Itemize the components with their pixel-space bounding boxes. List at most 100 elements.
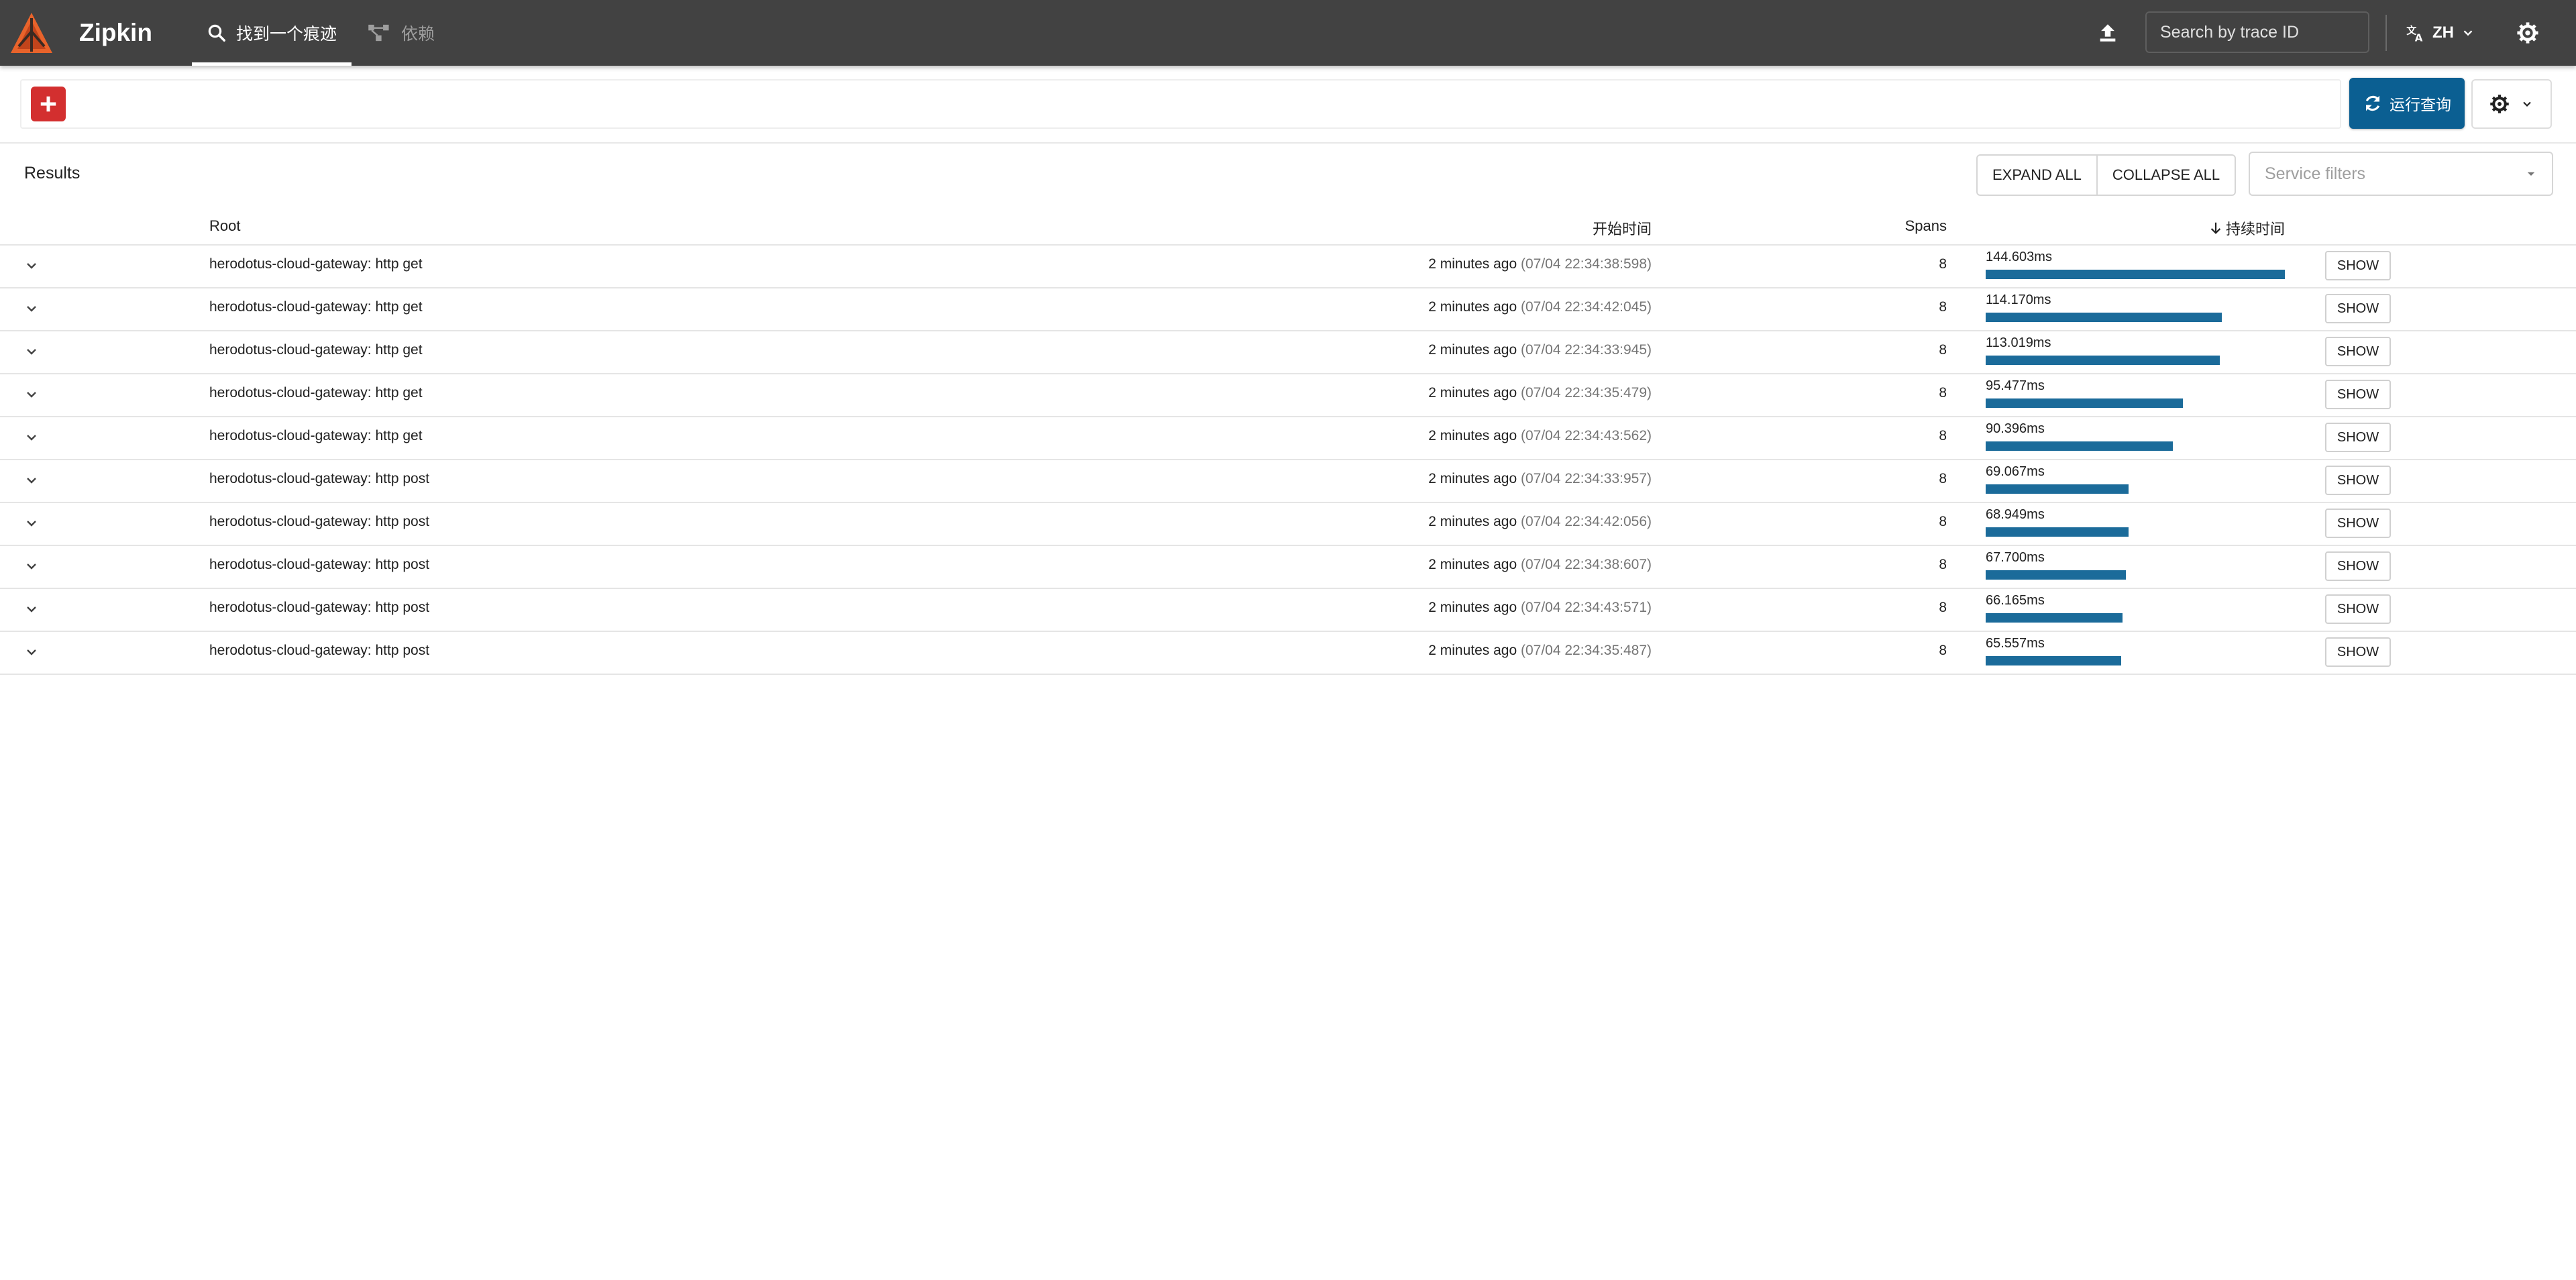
app-title[interactable]: Zipkin [79, 16, 152, 50]
expand-all-button[interactable]: EXPAND ALL [1978, 156, 2096, 195]
row-start-time: 2 minutes ago (07/04 22:34:35:487) [1428, 643, 1652, 659]
service-filters-select[interactable]: Service filters [2249, 152, 2553, 196]
column-duration-label: 持续时间 [2226, 221, 2286, 237]
query-filter-field[interactable] [20, 79, 2341, 129]
row-expand-chevron-icon[interactable] [21, 299, 42, 318]
row-show-button[interactable]: SHOW [2325, 466, 2391, 495]
row-span-count: 8 [1939, 643, 1947, 658]
row-expand-chevron-icon[interactable] [21, 643, 42, 661]
row-duration-bar [1986, 527, 2129, 537]
dropdown-arrow-icon [2527, 172, 2535, 176]
table-row[interactable]: herodotus-cloud-gateway: http get 2 minut… [0, 416, 2576, 460]
row-show-button[interactable]: SHOW [2325, 509, 2391, 538]
row-relative-time: 2 minutes ago [1428, 600, 1517, 615]
row-show-button[interactable]: SHOW [2325, 637, 2391, 667]
row-expand-chevron-icon[interactable] [21, 428, 42, 447]
trace-id-search-input[interactable] [2145, 11, 2369, 53]
table-row[interactable]: herodotus-cloud-gateway: http get 2 minut… [0, 244, 2576, 288]
row-duration: 90.396ms [1986, 421, 2045, 436]
service-filters-placeholder: Service filters [2265, 164, 2366, 183]
row-relative-time: 2 minutes ago [1428, 557, 1517, 572]
table-row[interactable]: herodotus-cloud-gateway: http post 2 minu… [0, 545, 2576, 589]
row-root-span: herodotus-cloud-gateway: http get [209, 256, 423, 272]
row-root-span: herodotus-cloud-gateway: http post [209, 514, 430, 529]
row-span-count: 8 [1939, 256, 1947, 272]
row-duration: 113.019ms [1986, 335, 2051, 350]
row-duration-bar [1986, 484, 2129, 494]
row-duration-bar [1986, 356, 2220, 365]
table-row[interactable]: herodotus-cloud-gateway: http get 2 minut… [0, 287, 2576, 331]
column-root[interactable]: Root [209, 217, 240, 235]
chevron-down-icon [2463, 30, 2473, 36]
row-duration: 69.067ms [1986, 464, 2045, 479]
row-expand-chevron-icon[interactable] [21, 256, 42, 275]
row-duration: 68.949ms [1986, 507, 2045, 522]
row-expand-chevron-icon[interactable] [21, 600, 42, 619]
row-span-count: 8 [1939, 600, 1947, 615]
add-filter-button[interactable] [31, 87, 66, 121]
row-absolute-time: (07/04 22:34:42:056) [1521, 514, 1652, 529]
row-start-time: 2 minutes ago (07/04 22:34:33:945) [1428, 342, 1652, 358]
language-label: ZH [2432, 23, 2454, 42]
app-bar-divider [2385, 15, 2387, 51]
plus-icon [40, 96, 56, 112]
translate-icon: 文 A [2406, 24, 2423, 43]
expand-collapse-group: EXPAND ALL COLLAPSE ALL [1976, 154, 2237, 196]
table-row[interactable]: herodotus-cloud-gateway: http post 2 minu… [0, 502, 2576, 546]
table-row[interactable]: herodotus-cloud-gateway: http post 2 minu… [0, 631, 2576, 675]
table-row[interactable]: herodotus-cloud-gateway: http get 2 minut… [0, 373, 2576, 417]
row-root-span: herodotus-cloud-gateway: http get [209, 428, 423, 443]
table-row[interactable]: herodotus-cloud-gateway: http post 2 minu… [0, 588, 2576, 632]
row-absolute-time: (07/04 22:34:33:945) [1521, 342, 1652, 358]
column-start-time[interactable]: 开始时间 [1593, 217, 1652, 239]
table-row[interactable]: herodotus-cloud-gateway: http get 2 minut… [0, 330, 2576, 374]
active-tab-indicator [192, 62, 352, 66]
row-duration-bar [1986, 570, 2126, 580]
row-start-time: 2 minutes ago (07/04 22:34:38:598) [1428, 256, 1652, 272]
row-relative-time: 2 minutes ago [1428, 385, 1517, 401]
query-settings-button[interactable] [2471, 79, 2552, 129]
row-show-button[interactable]: SHOW [2325, 423, 2391, 452]
run-query-button[interactable]: 运行查询 [2349, 78, 2465, 129]
row-expand-chevron-icon[interactable] [21, 471, 42, 490]
row-relative-time: 2 minutes ago [1428, 643, 1517, 658]
row-expand-chevron-icon[interactable] [21, 385, 42, 404]
tab-dependencies[interactable]: 依赖 [366, 0, 460, 66]
table-row[interactable]: herodotus-cloud-gateway: http post 2 minu… [0, 459, 2576, 503]
upload-button[interactable] [2090, 17, 2125, 48]
column-spans[interactable]: Spans [1905, 217, 1947, 235]
row-expand-chevron-icon[interactable] [21, 342, 42, 361]
row-span-count: 8 [1939, 514, 1947, 529]
row-expand-chevron-icon[interactable] [21, 514, 42, 533]
row-duration: 144.603ms [1986, 250, 2052, 264]
row-span-count: 8 [1939, 471, 1947, 486]
dependency-icon [368, 24, 389, 42]
row-absolute-time: (07/04 22:34:42:045) [1521, 299, 1652, 315]
row-root-span: herodotus-cloud-gateway: http post [209, 600, 430, 615]
collapse-all-button[interactable]: COLLAPSE ALL [2096, 156, 2235, 195]
run-query-label: 运行查询 [2390, 96, 2451, 113]
row-show-button[interactable]: SHOW [2325, 337, 2391, 366]
row-expand-chevron-icon[interactable] [21, 557, 42, 576]
row-absolute-time: (07/04 22:34:43:562) [1521, 428, 1652, 443]
zipkin-logo-icon[interactable] [9, 11, 54, 54]
row-duration: 67.700ms [1986, 550, 2045, 565]
tab-find-trace[interactable]: 找到一个痕迹 [192, 0, 352, 66]
row-absolute-time: (07/04 22:34:38:607) [1521, 557, 1652, 572]
theme-settings-button[interactable] [2509, 15, 2546, 51]
row-show-button[interactable]: SHOW [2325, 380, 2391, 409]
language-selector[interactable]: 文 A ZH [2406, 16, 2475, 50]
row-show-button[interactable]: SHOW [2325, 251, 2391, 280]
row-duration-bar [1986, 441, 2173, 451]
settings-icon [2517, 22, 2538, 44]
row-show-button[interactable]: SHOW [2325, 294, 2391, 323]
row-span-count: 8 [1939, 557, 1947, 572]
row-show-button[interactable]: SHOW [2325, 551, 2391, 581]
row-show-button[interactable]: SHOW [2325, 594, 2391, 624]
results-table-header: Root 开始时间 Spans 持续时间 [0, 211, 2576, 246]
row-absolute-time: (07/04 22:34:43:571) [1521, 600, 1652, 615]
column-duration[interactable]: 持续时间 [2208, 217, 2285, 239]
tab-dependencies-label: 依赖 [401, 25, 435, 44]
app-bar: Zipkin 找到一个痕迹 依赖 文 A ZH [0, 0, 2576, 66]
row-relative-time: 2 minutes ago [1428, 256, 1517, 272]
